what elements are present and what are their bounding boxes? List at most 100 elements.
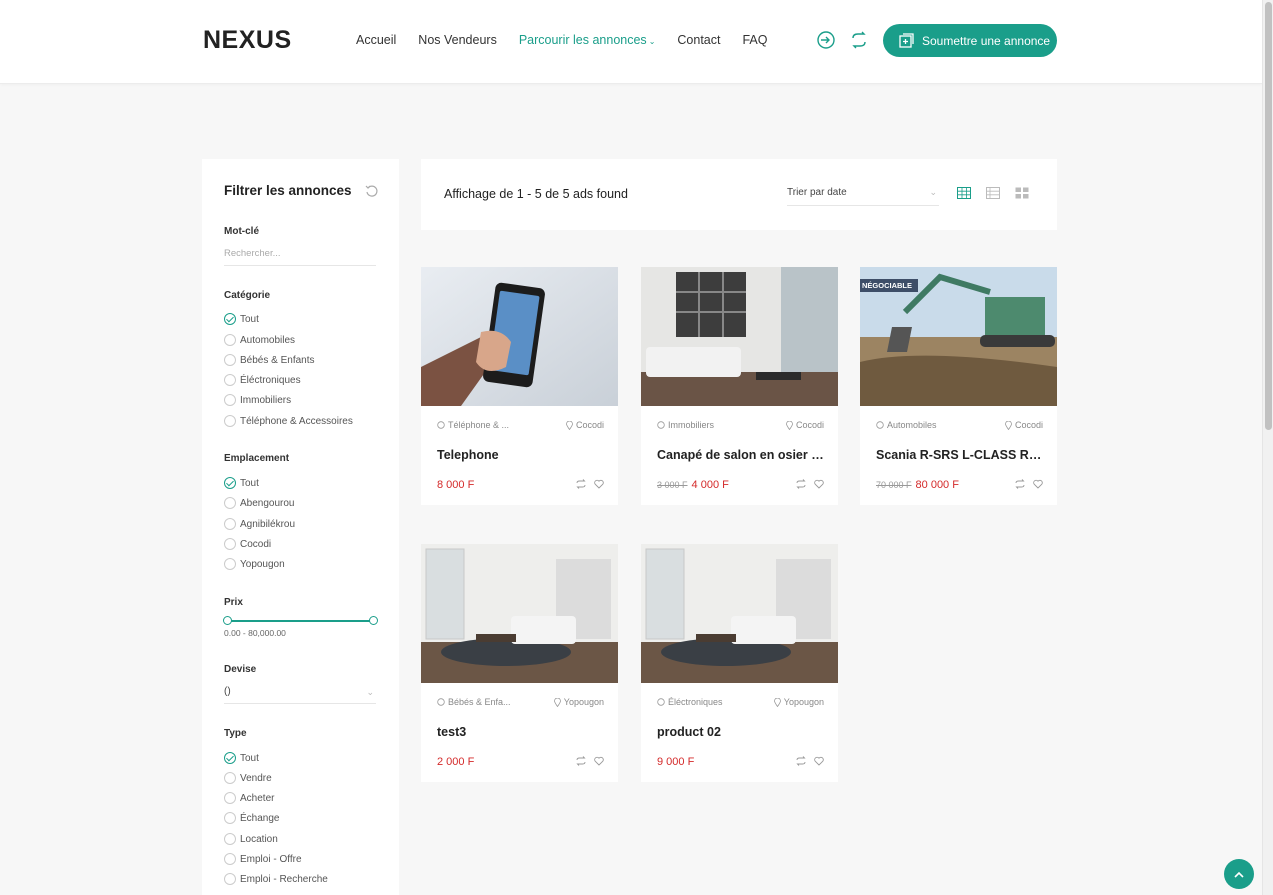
- price-label: Prix: [224, 597, 243, 608]
- listing-actions: [796, 479, 824, 489]
- listing-price: 3 000 F4 000 F: [657, 479, 729, 491]
- option-label: Tout: [240, 477, 259, 489]
- chevron-down-icon: ⌄: [648, 37, 656, 46]
- compare-icon[interactable]: [576, 756, 586, 766]
- listing-location[interactable]: Yopougon: [553, 697, 604, 707]
- list-view-icon[interactable]: [986, 187, 1000, 199]
- location-option[interactable]: Cocodi: [224, 538, 271, 550]
- category-icon: [876, 421, 884, 429]
- option-label: Éléctroniques: [240, 374, 301, 386]
- type-option[interactable]: Vendre: [224, 772, 272, 784]
- listing-image[interactable]: [641, 544, 838, 683]
- heart-icon[interactable]: [1033, 479, 1043, 489]
- gallery-view-icon[interactable]: [1015, 187, 1029, 199]
- category-option[interactable]: Immobiliers: [224, 394, 291, 406]
- currency-label: Devise: [224, 664, 257, 675]
- site-logo[interactable]: NEXUS: [203, 26, 292, 55]
- type-option[interactable]: Location: [224, 833, 278, 845]
- sort-value: Trier par date: [787, 187, 847, 198]
- heart-icon[interactable]: [594, 756, 604, 766]
- nav-faq[interactable]: FAQ: [742, 33, 767, 47]
- heart-icon[interactable]: [814, 756, 824, 766]
- listing-card[interactable]: Bébés & Enfa... Yopougon test3 2 000 F: [421, 544, 618, 782]
- price-slider-min-handle[interactable]: [223, 616, 232, 625]
- currency-select[interactable]: () ⌄: [224, 686, 376, 704]
- heart-icon[interactable]: [594, 479, 604, 489]
- radio: [224, 394, 236, 406]
- listing-title[interactable]: product 02: [657, 725, 827, 739]
- nav-sellers[interactable]: Nos Vendeurs: [418, 33, 497, 47]
- listing-card[interactable]: Immobiliers Cocodi Canapé de salon en os…: [641, 267, 838, 505]
- listing-category[interactable]: Immobiliers: [657, 420, 714, 430]
- category-text: Immobiliers: [668, 420, 715, 430]
- location-option[interactable]: Tout: [224, 477, 259, 489]
- type-option[interactable]: Emploi - Offre: [224, 853, 302, 865]
- category-option[interactable]: Automobiles: [224, 334, 295, 346]
- price-slider-max-handle[interactable]: [369, 616, 378, 625]
- listing-title[interactable]: test3: [437, 725, 607, 739]
- compare-icon[interactable]: [1015, 479, 1025, 489]
- listing-title[interactable]: Scania R-SRS L-CLASS R45...: [876, 448, 1046, 462]
- sort-select[interactable]: Trier par date ⌄: [787, 187, 939, 206]
- listing-location[interactable]: Cocodi: [1005, 420, 1043, 430]
- listing-category[interactable]: Éléctroniques: [657, 697, 723, 707]
- listing-actions: [576, 479, 604, 489]
- type-option[interactable]: Acheter: [224, 792, 274, 804]
- listing-card[interactable]: Téléphone & ... Cocodi Telephone 8 000 F: [421, 267, 618, 505]
- listing-image[interactable]: [421, 544, 618, 683]
- category-option[interactable]: Tout: [224, 313, 259, 325]
- category-option[interactable]: Éléctroniques: [224, 374, 301, 386]
- location-option[interactable]: Yopougon: [224, 558, 285, 570]
- nav-browse[interactable]: Parcourir les annonces ⌄: [519, 33, 656, 47]
- price-current: 8 000 F: [437, 479, 475, 491]
- listing-location[interactable]: Yopougon: [773, 697, 824, 707]
- category-option[interactable]: Bébés & Enfants: [224, 354, 315, 366]
- login-icon[interactable]: [815, 29, 837, 51]
- price-slider-track[interactable]: [227, 620, 373, 622]
- listing-title[interactable]: Telephone: [437, 448, 607, 462]
- listing-image[interactable]: [421, 267, 618, 406]
- listing-category[interactable]: Téléphone & ...: [437, 420, 509, 430]
- heart-icon[interactable]: [814, 479, 824, 489]
- radio: [224, 374, 236, 386]
- listing-category[interactable]: Bébés & Enfa...: [437, 697, 511, 707]
- submit-ad-button[interactable]: Soumettre une annonce: [883, 24, 1057, 57]
- listing-card[interactable]: NÉGOCIABLE Automobiles Cocodi Scania R-S…: [860, 267, 1057, 505]
- location-text: Cocodi: [575, 420, 604, 430]
- listing-image[interactable]: [641, 267, 838, 406]
- location-option[interactable]: Abengourou: [224, 497, 295, 509]
- type-option[interactable]: Échange: [224, 812, 279, 824]
- nav-home[interactable]: Accueil: [356, 33, 396, 47]
- price-current: 2 000 F: [437, 756, 475, 768]
- page-scrollbar[interactable]: [1262, 0, 1273, 895]
- back-to-top-button[interactable]: [1224, 859, 1254, 889]
- listing-image[interactable]: NÉGOCIABLE: [860, 267, 1057, 406]
- compare-icon[interactable]: [848, 29, 870, 51]
- nav-contact[interactable]: Contact: [677, 33, 720, 47]
- type-option[interactable]: Emploi - Recherche: [224, 873, 328, 885]
- compare-icon[interactable]: [796, 479, 806, 489]
- location-text: Cocodi: [795, 420, 824, 430]
- type-option[interactable]: Tout: [224, 752, 259, 764]
- reset-icon[interactable]: [365, 184, 379, 198]
- listing-card[interactable]: Éléctroniques Yopougon product 02 9 000 …: [641, 544, 838, 782]
- option-label: Cocodi: [240, 538, 272, 550]
- category-option[interactable]: Téléphone & Accessoires: [224, 415, 353, 427]
- option-label: Immobiliers: [240, 394, 292, 406]
- scrollbar-thumb[interactable]: [1265, 2, 1272, 430]
- location-option[interactable]: Agnibilékrou: [224, 518, 295, 530]
- location-pin-icon: [566, 420, 573, 430]
- listing-location[interactable]: Cocodi: [786, 420, 824, 430]
- compare-icon[interactable]: [576, 479, 586, 489]
- keyword-search-input[interactable]: Rechercher...: [224, 248, 376, 266]
- listing-title[interactable]: Canapé de salon en osier P...: [657, 448, 827, 462]
- compare-icon[interactable]: [796, 756, 806, 766]
- option-label: Yopougon: [240, 558, 285, 570]
- option-label: Abengourou: [240, 497, 295, 509]
- radio: [224, 772, 236, 784]
- listing-location[interactable]: Cocodi: [566, 420, 604, 430]
- listing-category[interactable]: Automobiles: [876, 420, 937, 430]
- listing-actions: [1015, 479, 1043, 489]
- grid-view-icon[interactable]: [957, 187, 971, 199]
- location-pin-icon: [786, 420, 793, 430]
